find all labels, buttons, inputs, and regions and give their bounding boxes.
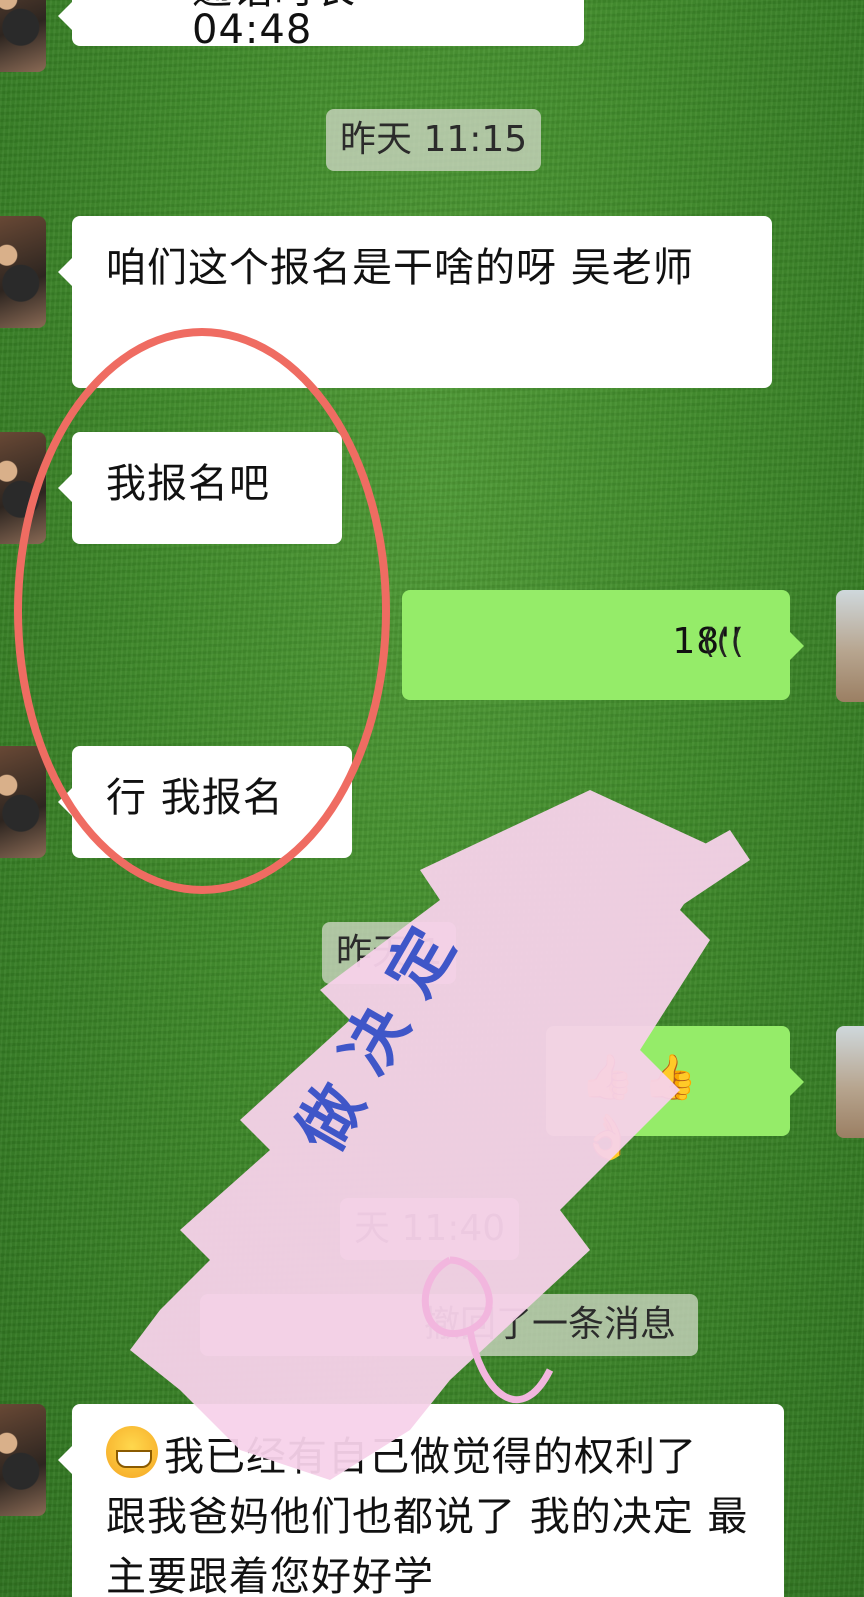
my-avatar[interactable] [836, 590, 864, 702]
contact-avatar[interactable] [0, 216, 46, 328]
call-duration-text: 通话时长 04:48 [192, 0, 355, 53]
call-duration-bubble[interactable]: 通话时长 04:48 [58, 0, 584, 50]
message-bubble[interactable]: 我已经有自己做觉得的权利了 跟我爸妈他们也都说了 我的决定 最主要跟着您好好学 [58, 1404, 784, 1597]
recall-notice: 撤回了一条消息 [200, 1294, 698, 1356]
voice-wave-icon: ))) [701, 622, 744, 662]
message-text: 我已经有自己做觉得的权利了 跟我爸妈他们也都说了 我的决定 最主要跟着您好好学 [106, 1434, 749, 1597]
timestamp: 昨天 11:15 [326, 109, 542, 171]
message-text: 咱们这个报名是干啥的呀 吴老师 [106, 245, 694, 291]
voice-message-bubble[interactable]: 18'' ))) [402, 590, 804, 700]
thumbs-up-icon: 👍👍👌 [580, 1052, 706, 1163]
highlight-circle [14, 328, 390, 894]
contact-avatar[interactable] [0, 1404, 46, 1516]
contact-avatar[interactable] [0, 0, 46, 72]
my-avatar[interactable] [836, 1026, 864, 1138]
contact-avatar[interactable] [0, 746, 46, 858]
grinning-face-icon [106, 1426, 158, 1478]
emoji-message-bubble[interactable]: 👍👍👌 [546, 1026, 804, 1163]
timestamp: 天 11:40 [340, 1198, 520, 1260]
